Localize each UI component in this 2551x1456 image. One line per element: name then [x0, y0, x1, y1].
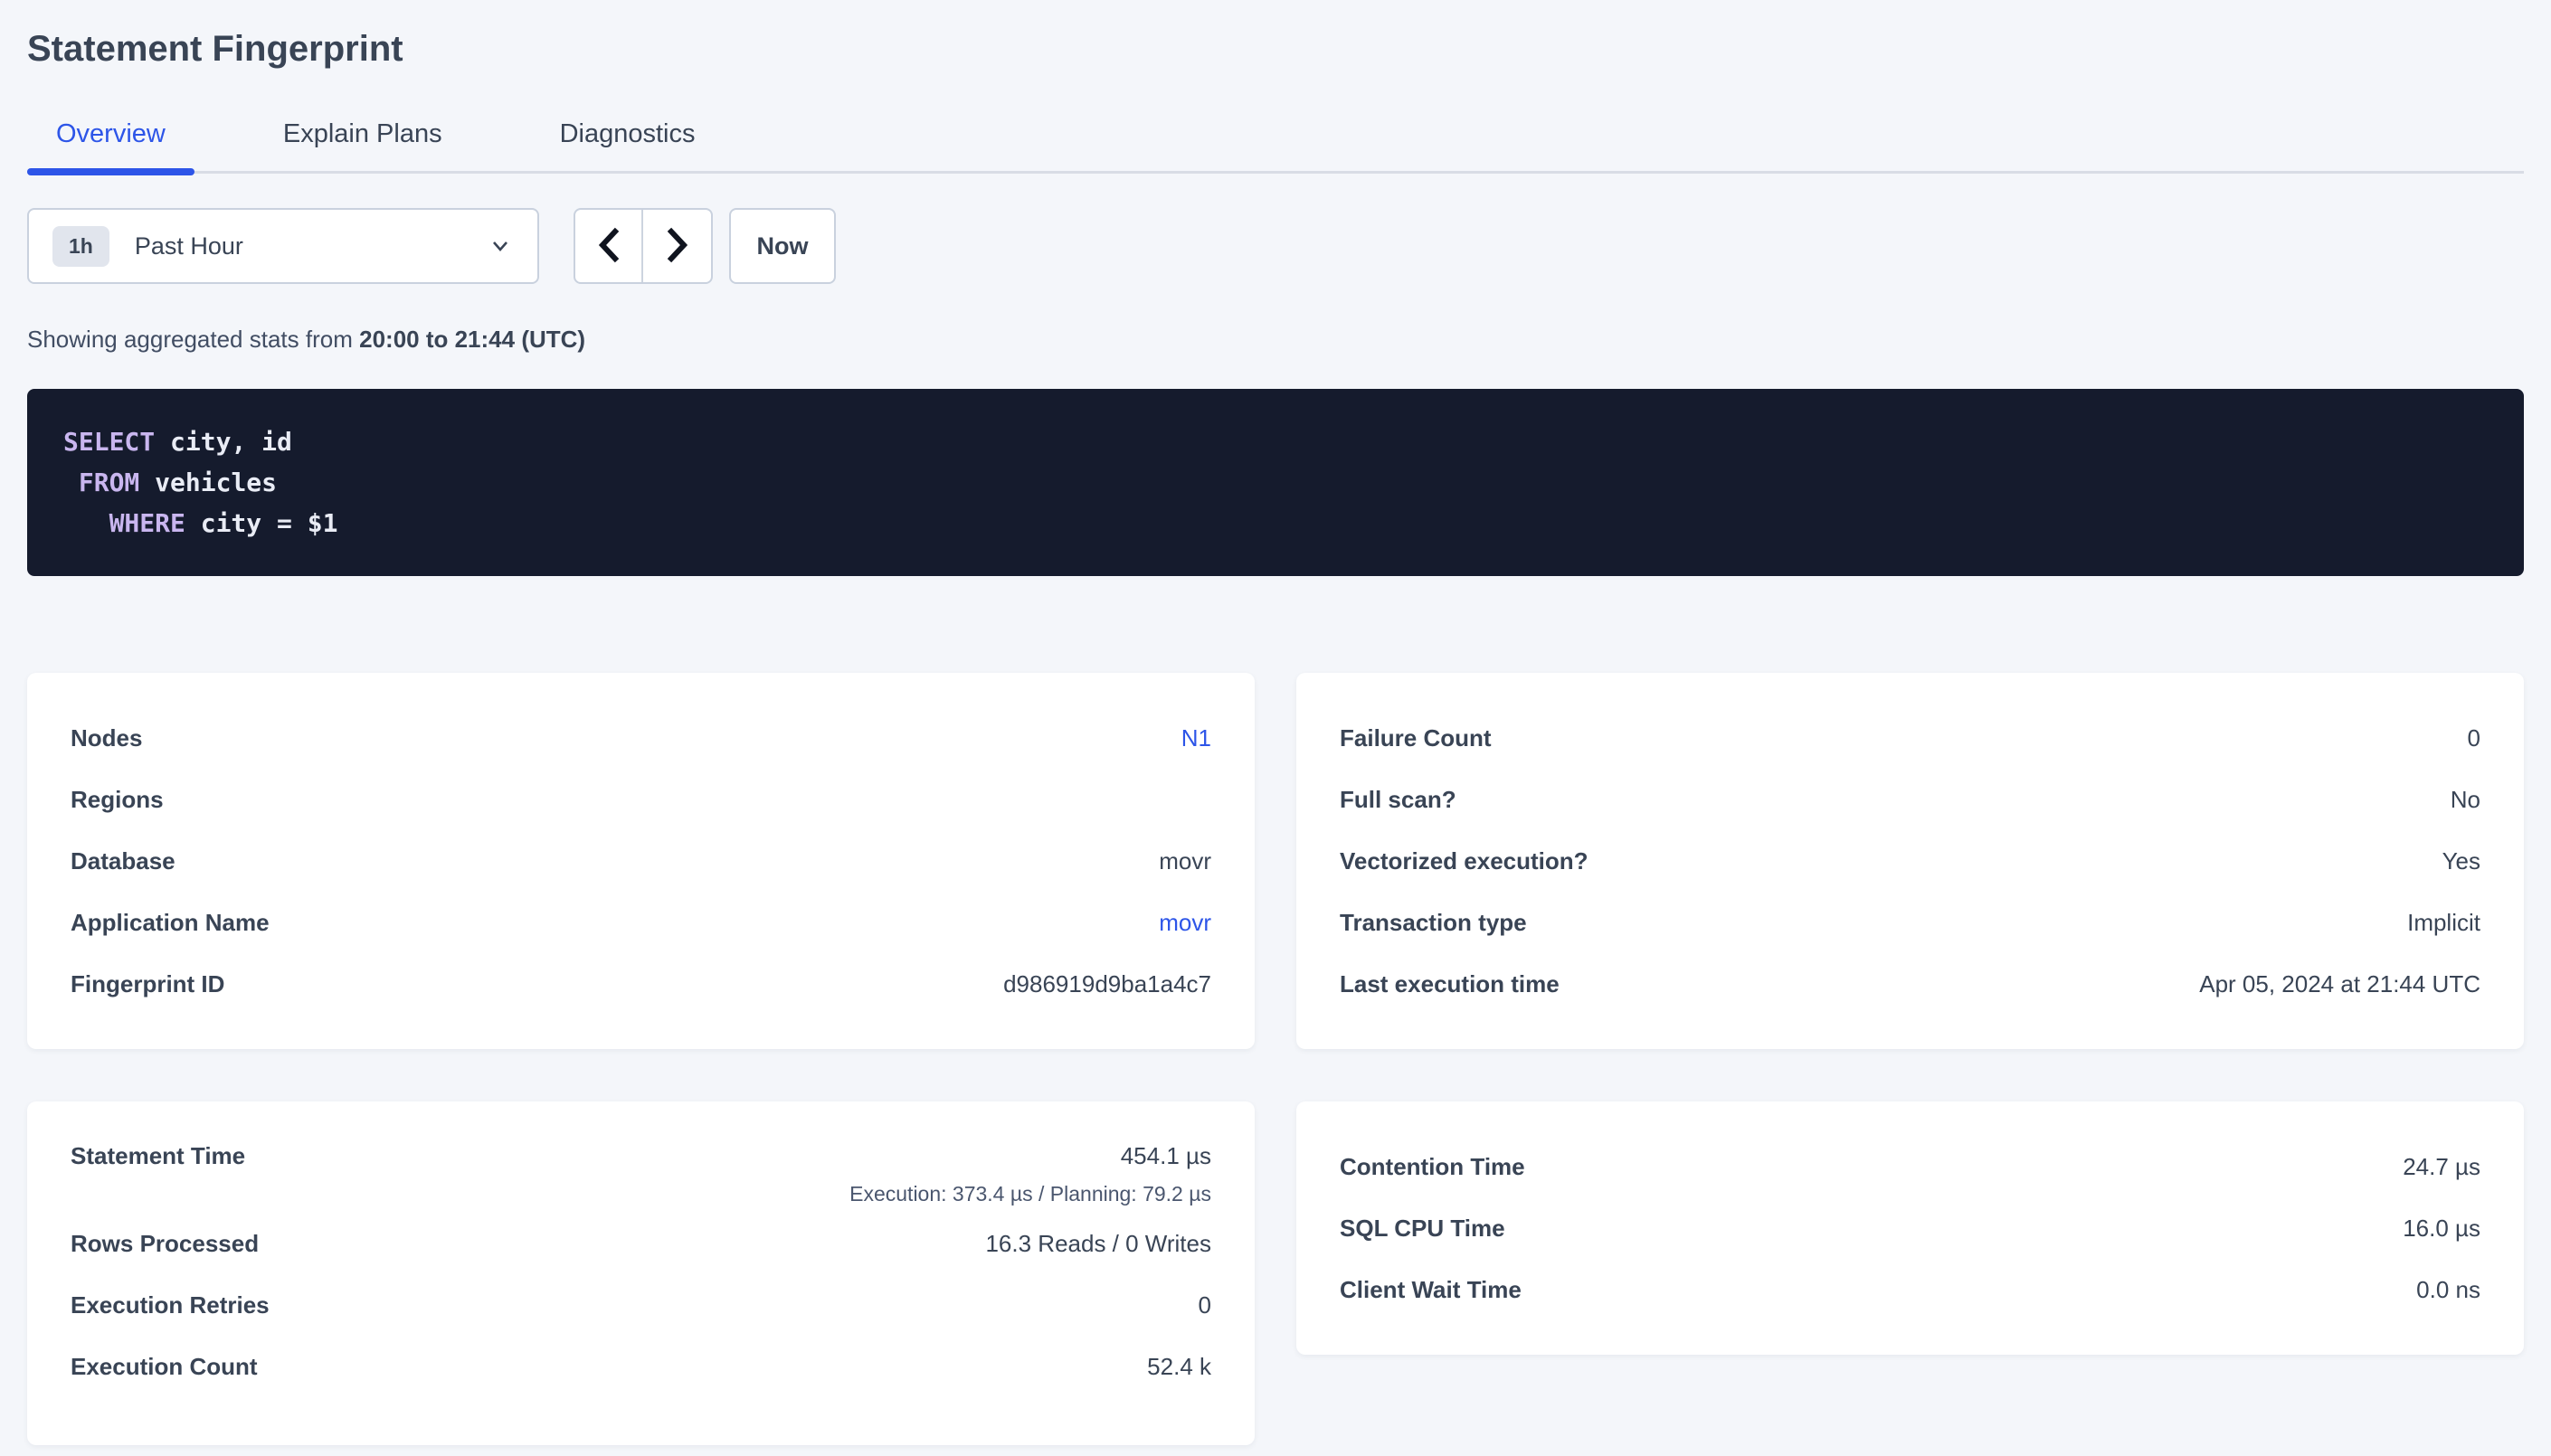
info-row-failure-count: Failure Count 0 [1340, 707, 2480, 769]
execution-count-value: 52.4 k [1147, 1353, 1211, 1381]
application-name-label: Application Name [71, 909, 270, 937]
summary-cards-grid: Nodes N1 Regions Database movr Applicati… [27, 673, 2524, 1445]
time-interval-pager [574, 208, 713, 284]
sql-line: FROM vehicles [63, 462, 2488, 503]
execution-retries-label: Execution Retries [71, 1291, 270, 1319]
transaction-type-value: Implicit [2407, 909, 2480, 937]
info-row-rows-processed: Rows Processed 16.3 Reads / 0 Writes [71, 1213, 1211, 1274]
now-button[interactable]: Now [729, 208, 836, 284]
statement-time-value: 454.1 µs [849, 1136, 1211, 1177]
rows-processed-label: Rows Processed [71, 1230, 259, 1258]
interval-badge: 1h [52, 226, 109, 267]
chevron-right-icon [663, 226, 692, 267]
execution-retries-value: 0 [1199, 1291, 1211, 1319]
full-scan-value: No [2451, 786, 2480, 814]
info-row-last-execution-time: Last execution time Apr 05, 2024 at 21:4… [1340, 953, 2480, 1015]
caption-prefix: Showing aggregated stats from [27, 326, 353, 353]
execution-count-label: Execution Count [71, 1353, 258, 1381]
sql-statement-box: SELECT city, id FROM vehicles WHERE city… [27, 389, 2524, 576]
statement-time-breakdown: Execution: 373.4 µs / Planning: 79.2 µs [849, 1182, 1211, 1205]
time-stats-card: Contention Time 24.7 µs SQL CPU Time 16.… [1296, 1101, 2524, 1355]
page-title: Statement Fingerprint [27, 27, 2524, 71]
tab-overview[interactable]: Overview [27, 110, 194, 171]
execution-attributes-card: Failure Count 0 Full scan? No Vectorized… [1296, 673, 2524, 1049]
failure-count-label: Failure Count [1340, 724, 1492, 752]
tab-diagnostics[interactable]: Diagnostics [531, 110, 725, 171]
sql-cpu-time-label: SQL CPU Time [1340, 1215, 1505, 1243]
info-row-full-scan: Full scan? No [1340, 769, 2480, 830]
fingerprint-id-label: Fingerprint ID [71, 970, 224, 998]
contention-time-value: 24.7 µs [2403, 1153, 2480, 1181]
statement-stats-card: Statement Time 454.1 µs Execution: 373.4… [27, 1101, 1255, 1445]
info-row-execution-retries: Execution Retries 0 [71, 1274, 1211, 1336]
database-value: movr [1159, 847, 1211, 875]
prev-interval-button[interactable] [575, 210, 643, 282]
client-wait-time-label: Client Wait Time [1340, 1276, 1522, 1304]
vectorized-execution-value: Yes [2442, 847, 2480, 875]
info-row-client-wait-time: Client Wait Time 0.0 ns [1340, 1259, 2480, 1320]
sql-line: SELECT city, id [63, 421, 2488, 462]
info-row-statement-time: Statement Time 454.1 µs Execution: 373.4… [71, 1136, 1211, 1213]
database-label: Database [71, 847, 175, 875]
info-row-nodes: Nodes N1 [71, 707, 1211, 769]
regions-label: Regions [71, 786, 164, 814]
info-row-sql-cpu-time: SQL CPU Time 16.0 µs [1340, 1197, 2480, 1259]
info-row-fingerprint-id: Fingerprint ID d986919d9ba1a4c7 [71, 953, 1211, 1015]
time-interval-dropdown[interactable]: 1h Past Hour [27, 208, 539, 284]
nodes-value-link[interactable]: N1 [1181, 724, 1211, 752]
sql-cpu-time-value: 16.0 µs [2403, 1215, 2480, 1243]
interval-label: Past Hour [135, 232, 243, 260]
contention-time-label: Contention Time [1340, 1153, 1525, 1181]
time-controls: 1h Past Hour Now [27, 208, 2524, 284]
transaction-type-label: Transaction type [1340, 909, 1527, 937]
sql-line: WHERE city = $1 [63, 503, 2488, 544]
statement-time-label: Statement Time [71, 1136, 245, 1177]
info-row-execution-count: Execution Count 52.4 k [71, 1336, 1211, 1397]
failure-count-value: 0 [2468, 724, 2480, 752]
tab-bar: Overview Explain Plans Diagnostics [27, 110, 2524, 174]
next-interval-button[interactable] [643, 210, 711, 282]
aggregated-stats-caption: Showing aggregated stats from 20:00 to 2… [27, 326, 2524, 353]
chevron-left-icon [594, 226, 623, 267]
info-row-regions: Regions [71, 769, 1211, 830]
fingerprint-id-value: d986919d9ba1a4c7 [1003, 970, 1211, 998]
statement-time-values: 454.1 µs Execution: 373.4 µs / Planning:… [849, 1136, 1211, 1211]
rows-processed-value: 16.3 Reads / 0 Writes [985, 1230, 1211, 1258]
chevron-down-icon [487, 232, 514, 260]
client-wait-time-value: 0.0 ns [2416, 1276, 2480, 1304]
info-row-transaction-type: Transaction type Implicit [1340, 892, 2480, 953]
full-scan-label: Full scan? [1340, 786, 1456, 814]
statement-details-card: Nodes N1 Regions Database movr Applicati… [27, 673, 1255, 1049]
statement-fingerprint-page: Statement Fingerprint Overview Explain P… [0, 0, 2551, 1445]
caption-time-range: 20:00 to 21:44 (UTC) [359, 326, 585, 353]
info-row-application-name: Application Name movr [71, 892, 1211, 953]
last-execution-time-label: Last execution time [1340, 970, 1560, 998]
application-name-value-link[interactable]: movr [1159, 909, 1211, 937]
tab-explain-plans[interactable]: Explain Plans [254, 110, 471, 171]
vectorized-execution-label: Vectorized execution? [1340, 847, 1588, 875]
last-execution-time-value: Apr 05, 2024 at 21:44 UTC [2199, 970, 2480, 998]
info-row-contention-time: Contention Time 24.7 µs [1340, 1136, 2480, 1197]
info-row-database: Database movr [71, 830, 1211, 892]
nodes-label: Nodes [71, 724, 142, 752]
info-row-vectorized-execution: Vectorized execution? Yes [1340, 830, 2480, 892]
